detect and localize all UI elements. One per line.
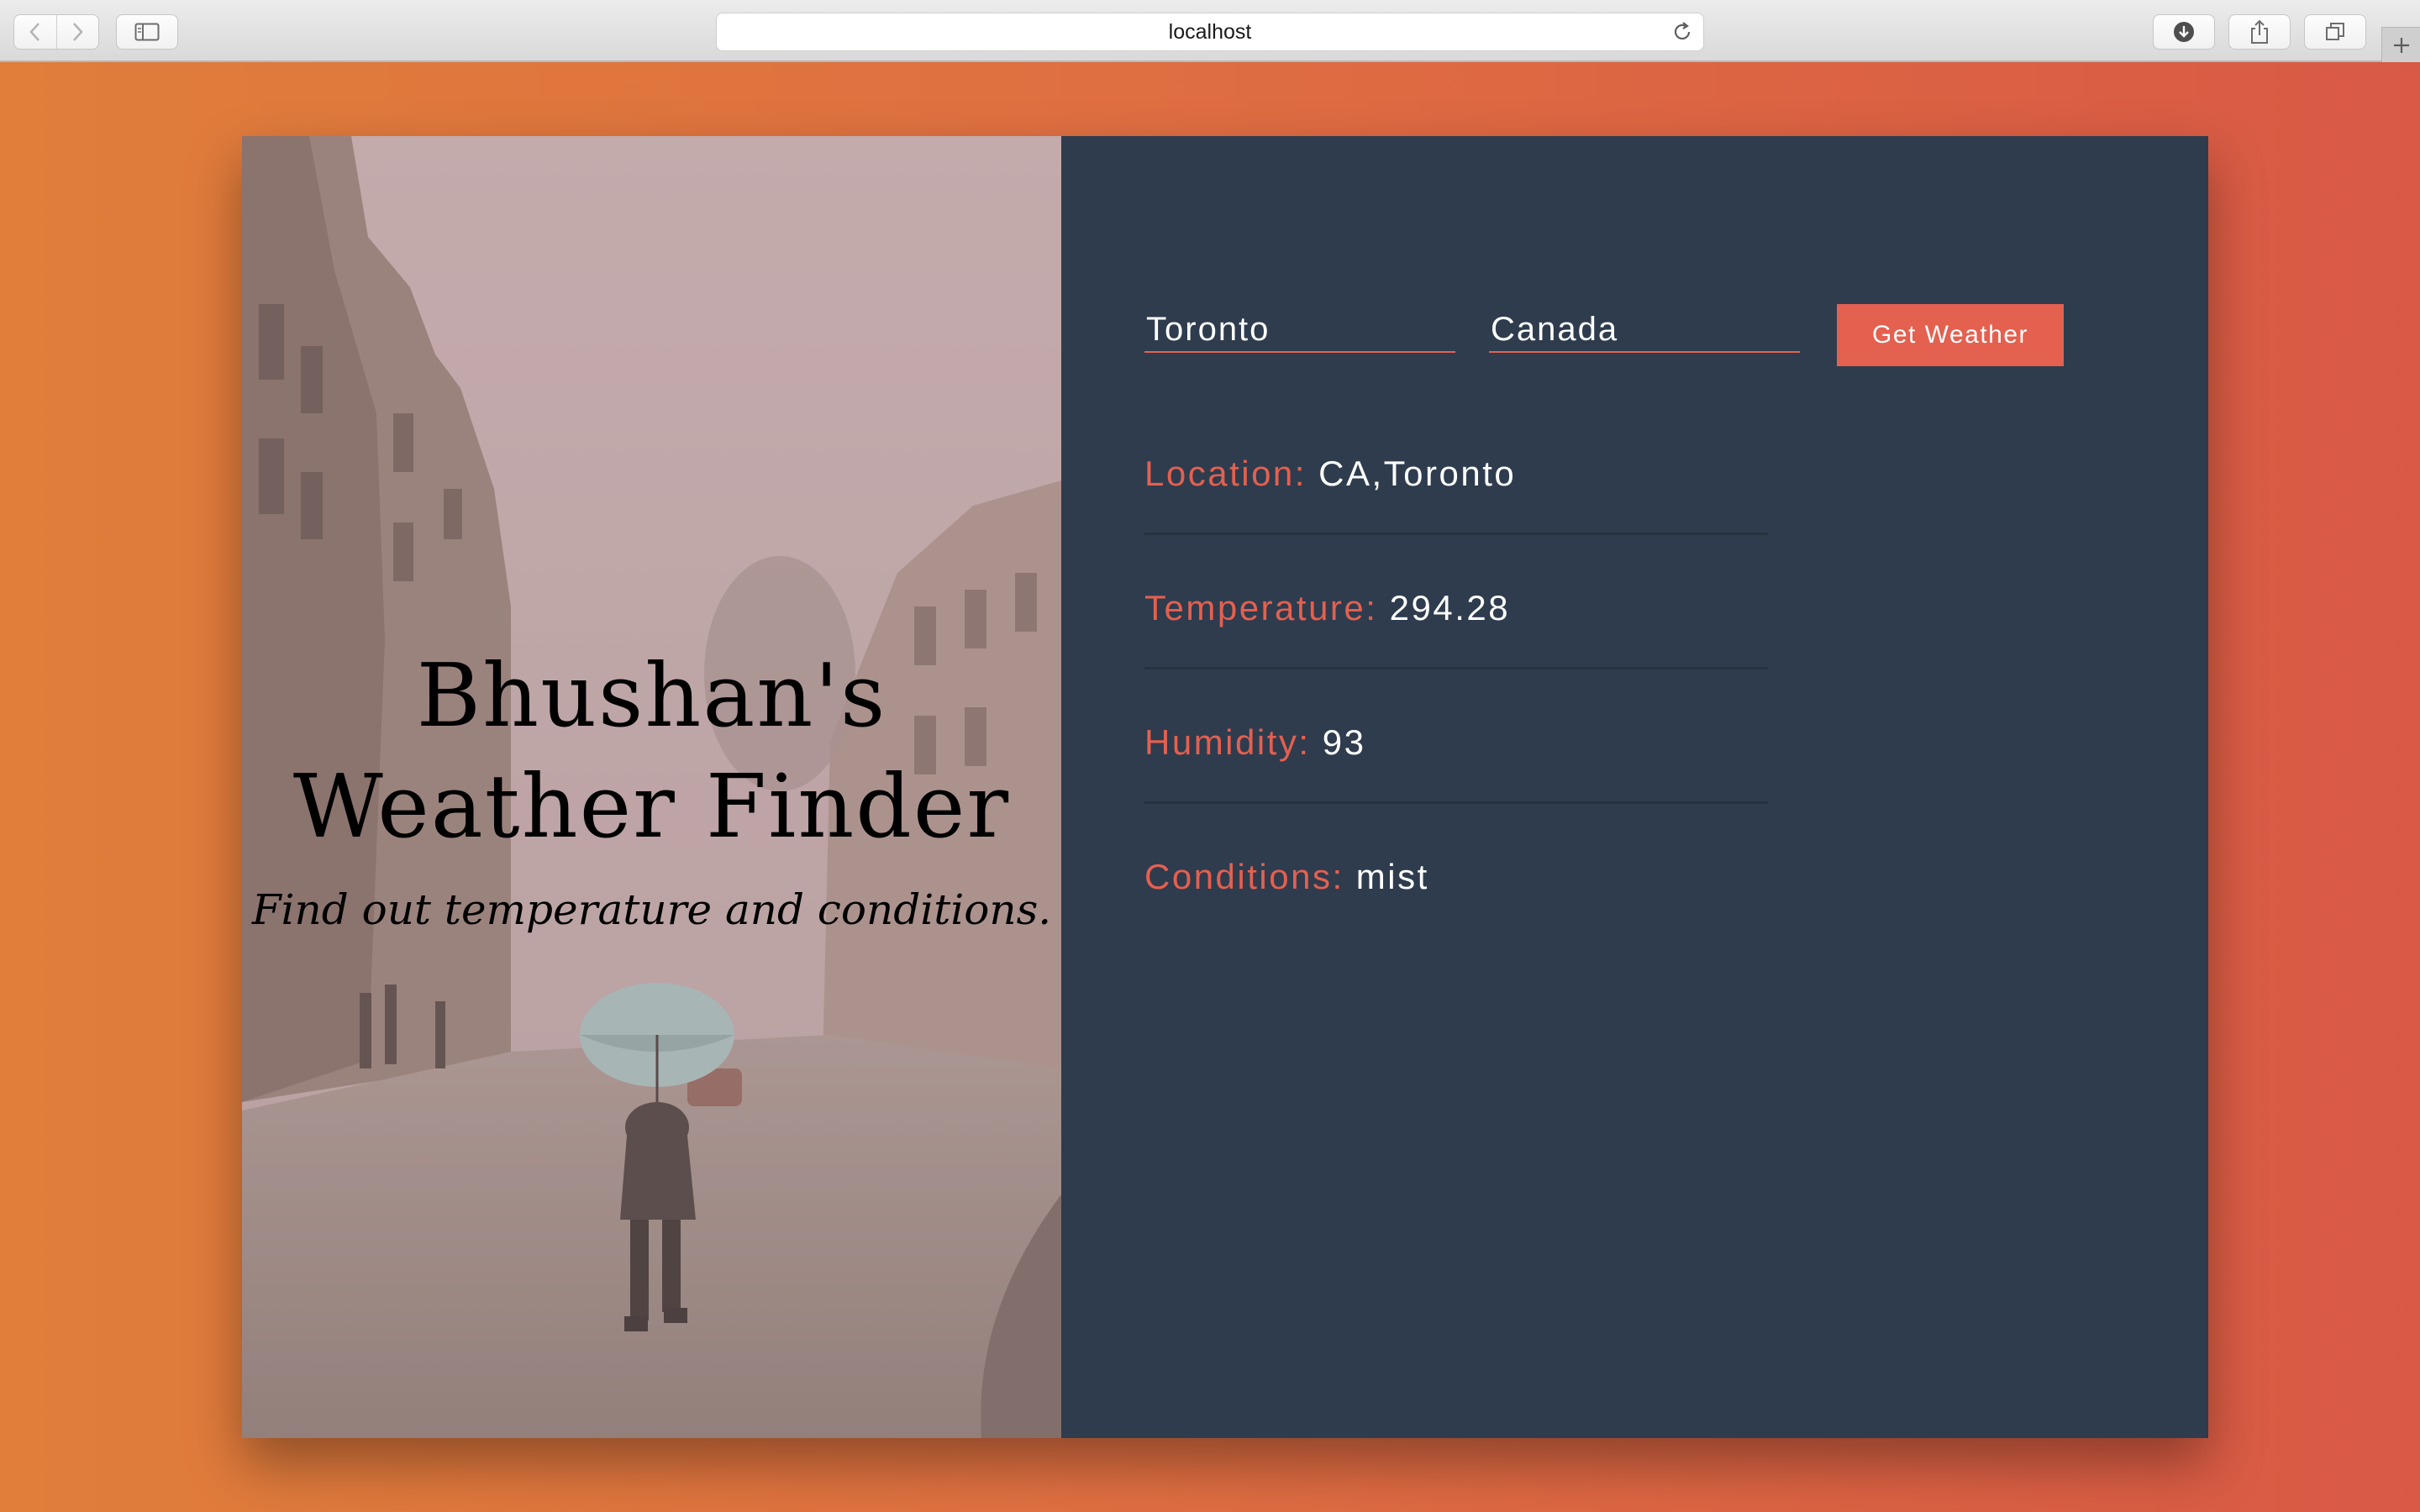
new-tab-button[interactable] <box>2381 27 2420 62</box>
weather-form-panel: Toronto Canada Get Weather Location: CA,… <box>1061 136 2208 1438</box>
conditions-value: mist <box>1355 857 1429 896</box>
location-label: Location: <box>1144 454 1307 493</box>
show-tabs-button[interactable] <box>2304 14 2366 50</box>
app-title: Bhushan's Weather Finder <box>242 640 1061 862</box>
chevron-left-icon <box>29 23 39 41</box>
nav-buttons <box>13 14 99 50</box>
chevron-right-icon <box>73 23 83 41</box>
browser-toolbar: localhost <box>0 0 2420 62</box>
app-subtitle: Find out temperature and conditions. <box>251 885 1052 934</box>
divider <box>1144 667 1768 669</box>
weather-app-card: Bhushan's Weather Finder Find out temper… <box>242 136 2208 1438</box>
divider <box>1144 533 1768 535</box>
app-title-line-2: Weather Finder <box>292 755 1011 858</box>
location-value: CA,Toronto <box>1318 454 1517 493</box>
sidebar-icon <box>134 23 160 41</box>
address-text: localhost <box>1168 20 1252 44</box>
reload-icon[interactable] <box>1671 21 1693 43</box>
back-button[interactable] <box>14 15 56 49</box>
downloads-button[interactable] <box>2153 14 2215 50</box>
app-title-line-1: Bhushan's <box>416 644 887 747</box>
plus-icon <box>2393 37 2409 53</box>
sidebar-toggle-button[interactable] <box>116 14 178 50</box>
country-input[interactable]: Canada <box>1489 304 1800 353</box>
city-input[interactable]: Toronto <box>1144 304 1455 353</box>
temperature-label: Temperature: <box>1144 588 1378 627</box>
result-humidity: Humidity: 93 <box>1144 717 1768 852</box>
share-button[interactable] <box>2228 14 2291 50</box>
result-temperature: Temperature: 294.28 <box>1144 583 1768 717</box>
download-icon <box>2174 22 2194 42</box>
page-background: Bhushan's Weather Finder Find out temper… <box>0 62 2420 1512</box>
result-conditions: Conditions: mist <box>1144 852 1768 986</box>
share-icon <box>2251 19 2268 44</box>
temperature-value: 294.28 <box>1389 588 1511 627</box>
forward-button[interactable] <box>55 15 99 49</box>
get-weather-button[interactable]: Get Weather <box>1837 304 2064 366</box>
result-location: Location: CA,Toronto <box>1144 449 1768 583</box>
humidity-label: Humidity: <box>1144 722 1311 762</box>
humidity-value: 93 <box>1322 722 1366 762</box>
conditions-label: Conditions: <box>1144 857 1344 896</box>
address-bar[interactable]: localhost <box>716 13 1704 51</box>
divider <box>1144 801 1768 804</box>
tabs-icon <box>2326 23 2344 40</box>
hero-image-panel: Bhushan's Weather Finder Find out temper… <box>242 136 1061 1438</box>
hero-text-block: Bhushan's Weather Finder Find out temper… <box>242 640 1061 934</box>
